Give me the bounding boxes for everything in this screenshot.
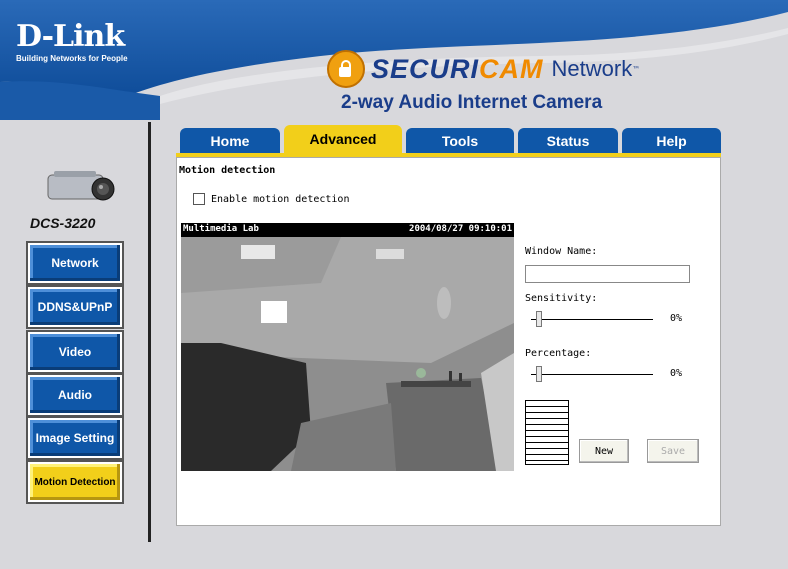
top-tabs: Home Advanced Tools Status Help — [176, 125, 721, 153]
sensitivity-track — [531, 319, 653, 320]
new-button[interactable]: New — [579, 439, 629, 463]
percentage-label: Percentage: — [525, 348, 592, 359]
save-button[interactable]: Save — [647, 439, 699, 463]
percentage-slider[interactable] — [536, 366, 542, 382]
brand-securi: SECURI — [371, 53, 480, 84]
percentage-value: 0% — [670, 368, 683, 379]
camera-image — [47, 171, 115, 201]
camera-model: DCS-3220 — [30, 215, 96, 231]
securicam-brand: SECURI CAM Network ™ — [327, 50, 640, 88]
percentage-track — [531, 374, 653, 375]
sidebar-item-video[interactable]: Video — [26, 330, 124, 374]
vertical-divider — [148, 122, 151, 542]
lock-icon — [327, 50, 365, 88]
sidebar-item-ddns-upnp[interactable]: DDNS&UPnP — [26, 285, 124, 329]
sidebar-item-image-setting[interactable]: Image Setting — [26, 416, 124, 460]
brand-cam: CAM — [479, 53, 544, 84]
video-osd: Multimedia Lab 2004/08/27 09:10:01 — [181, 223, 514, 237]
dlink-logo: D-Link Building Networks for People — [16, 19, 128, 64]
tab-advanced[interactable]: Advanced — [284, 125, 402, 153]
sensitivity-label: Sensitivity: — [525, 293, 598, 304]
brand-tm: ™ — [632, 64, 641, 74]
osd-label: Multimedia Lab — [183, 224, 259, 234]
tab-home[interactable]: Home — [180, 128, 280, 153]
enable-motion-label: Enable motion detection — [211, 193, 350, 205]
osd-timestamp: 2004/08/27 09:10:01 — [409, 224, 512, 234]
sensitivity-slider[interactable] — [536, 311, 542, 327]
window-name-input[interactable] — [525, 265, 690, 283]
content-panel: Motion detection Enable motion detection — [176, 157, 721, 526]
brand-network: Network — [551, 56, 633, 81]
page: D-Link Building Networks for People SECU… — [0, 0, 788, 569]
window-name-label: Window Name: — [525, 246, 598, 257]
sidebar-item-motion-detection[interactable]: Motion Detection — [26, 460, 124, 504]
video-preview[interactable]: Multimedia Lab 2004/08/27 09:10:01 — [181, 223, 514, 471]
sidebar-item-audio[interactable]: Audio — [26, 373, 124, 417]
sensitivity-value: 0% — [670, 313, 683, 324]
tab-help[interactable]: Help — [622, 128, 721, 153]
sidebar-item-network[interactable]: Network — [26, 241, 124, 285]
section-title: Motion detection — [179, 165, 276, 176]
tab-tools[interactable]: Tools — [406, 128, 514, 153]
video-frame — [181, 223, 514, 471]
enable-motion-checkbox[interactable] — [193, 193, 205, 205]
enable-motion-row: Enable motion detection — [193, 193, 349, 205]
logo-text: D-Link — [16, 19, 125, 54]
logo-tagline: Building Networks for People — [16, 54, 128, 63]
tab-status[interactable]: Status — [518, 128, 618, 153]
window-list[interactable] — [525, 400, 569, 465]
page-subtitle: 2-way Audio Internet Camera — [341, 92, 603, 113]
